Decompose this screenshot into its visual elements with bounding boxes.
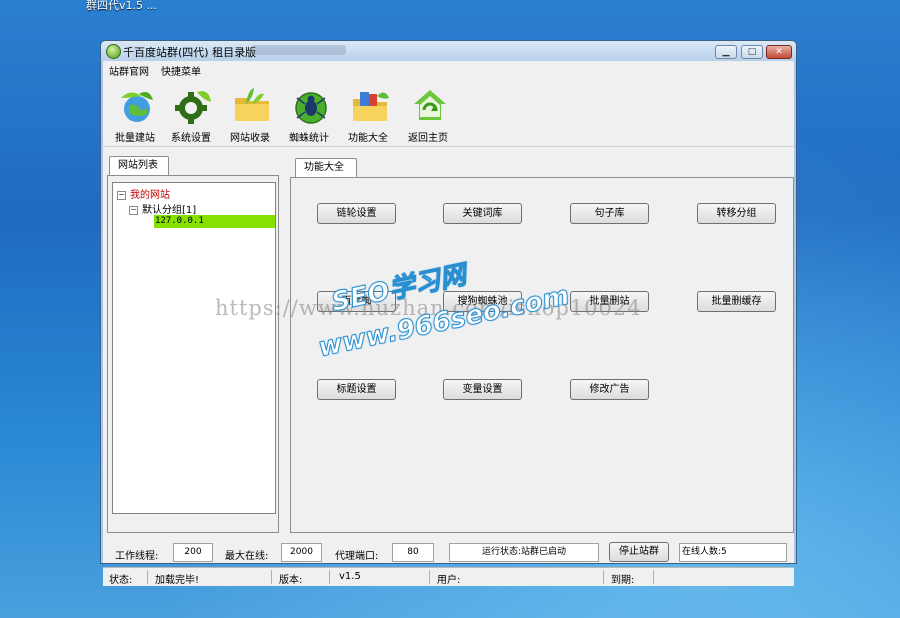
desktop-icon-label[interactable]: 群四代v1.5 ...	[86, 0, 157, 13]
move-group-button[interactable]: 转移分组	[697, 203, 776, 224]
folder-book-icon	[353, 92, 389, 121]
tool-system-settings-button[interactable]: 系统设置	[164, 83, 218, 145]
sentence-library-button[interactable]: 句子库	[570, 203, 649, 224]
status-label: 状态:	[109, 575, 133, 586]
home-recycle-icon	[414, 90, 446, 120]
version-label: 版本:	[279, 575, 303, 586]
menu-site-official[interactable]: 站群官网	[109, 63, 149, 78]
tool-batch-build-button[interactable]: 批量建站	[108, 83, 162, 145]
tree-group[interactable]: − 默认分组[1]	[129, 201, 196, 216]
tool-spider-stats-button[interactable]: 蜘蛛统计	[282, 83, 336, 145]
threads-label: 工作线程:	[115, 551, 159, 562]
tool-home-button[interactable]: 返回主页	[401, 83, 455, 145]
version-value: v1.5	[339, 571, 361, 582]
proxy-port-input[interactable]: 80	[392, 543, 434, 562]
control-row: 工作线程: 200 最大在线: 2000 代理端口: 80 运行状态:站群已启动…	[103, 539, 794, 563]
run-status-display: 运行状态:站群已启动	[449, 543, 599, 562]
app-logo-icon	[106, 44, 121, 59]
threads-input[interactable]: 200	[173, 543, 213, 562]
tab-site-list[interactable]: 网站列表	[109, 156, 169, 176]
variable-settings-button[interactable]: 变量设置	[443, 379, 522, 400]
tree-root[interactable]: − 我的网站	[117, 186, 170, 201]
menu-bar: 站群官网 快捷菜单	[103, 61, 794, 78]
title-settings-button[interactable]: 标题设置	[317, 379, 396, 400]
batch-delete-cache-button[interactable]: 批量删缓存	[697, 291, 776, 312]
globe-leaf-icon	[121, 92, 153, 122]
status-value: 加载完毕!	[155, 575, 200, 586]
maximize-button[interactable]: □	[741, 45, 763, 59]
spider-globe-icon	[295, 92, 327, 124]
menu-quick[interactable]: 快捷菜单	[161, 63, 201, 78]
features-panel: 链轮设置 关键词库 句子库 转移分组 百度蜘 搜狗蜘蛛池 批量删站 批量删缓存 …	[290, 177, 794, 533]
max-online-label: 最大在线:	[225, 551, 269, 562]
folder-leaf-icon	[235, 88, 269, 121]
site-tree: − 我的网站 − 默认分组[1] 127.0.0.1	[112, 182, 276, 514]
window-title: 千百度站群(四代) 租目录版	[123, 46, 257, 59]
collapse-icon[interactable]: −	[117, 191, 126, 200]
max-online-input[interactable]: 2000	[281, 543, 322, 562]
minimize-button[interactable]: ▁	[715, 45, 737, 59]
keyword-library-button[interactable]: 关键词库	[443, 203, 522, 224]
proxy-port-label: 代理端口:	[335, 551, 379, 562]
toolbar: 批量建站 系统设置 网站收录 蜘蛛统计 功能大全 返回主页	[103, 78, 794, 147]
collapse-icon[interactable]: −	[129, 206, 138, 215]
gear-icon	[175, 91, 211, 124]
tool-all-features-button[interactable]: 功能大全	[341, 83, 395, 145]
user-label: 用户:	[437, 575, 461, 586]
chain-settings-button[interactable]: 链轮设置	[317, 203, 396, 224]
expire-label: 到期:	[611, 575, 635, 586]
close-button[interactable]: ✕	[766, 45, 792, 59]
tab-all-features[interactable]: 功能大全	[295, 158, 357, 178]
tool-site-index-button[interactable]: 网站收录	[223, 83, 277, 145]
site-list-panel: − 我的网站 − 默认分组[1] 127.0.0.1	[107, 175, 279, 533]
stop-group-button[interactable]: 停止站群	[609, 542, 669, 562]
online-count-display: 在线人数:5	[679, 543, 787, 562]
status-bar: 状态: 加载完毕! 版本: v1.5 用户: 到期:	[103, 567, 794, 586]
title-redaction	[251, 45, 346, 55]
edit-ads-button[interactable]: 修改广告	[570, 379, 649, 400]
title-bar[interactable]: 千百度站群(四代) 租目录版 ▁ □ ✕	[101, 41, 796, 61]
tree-item-selected[interactable]: 127.0.0.1	[154, 215, 275, 228]
